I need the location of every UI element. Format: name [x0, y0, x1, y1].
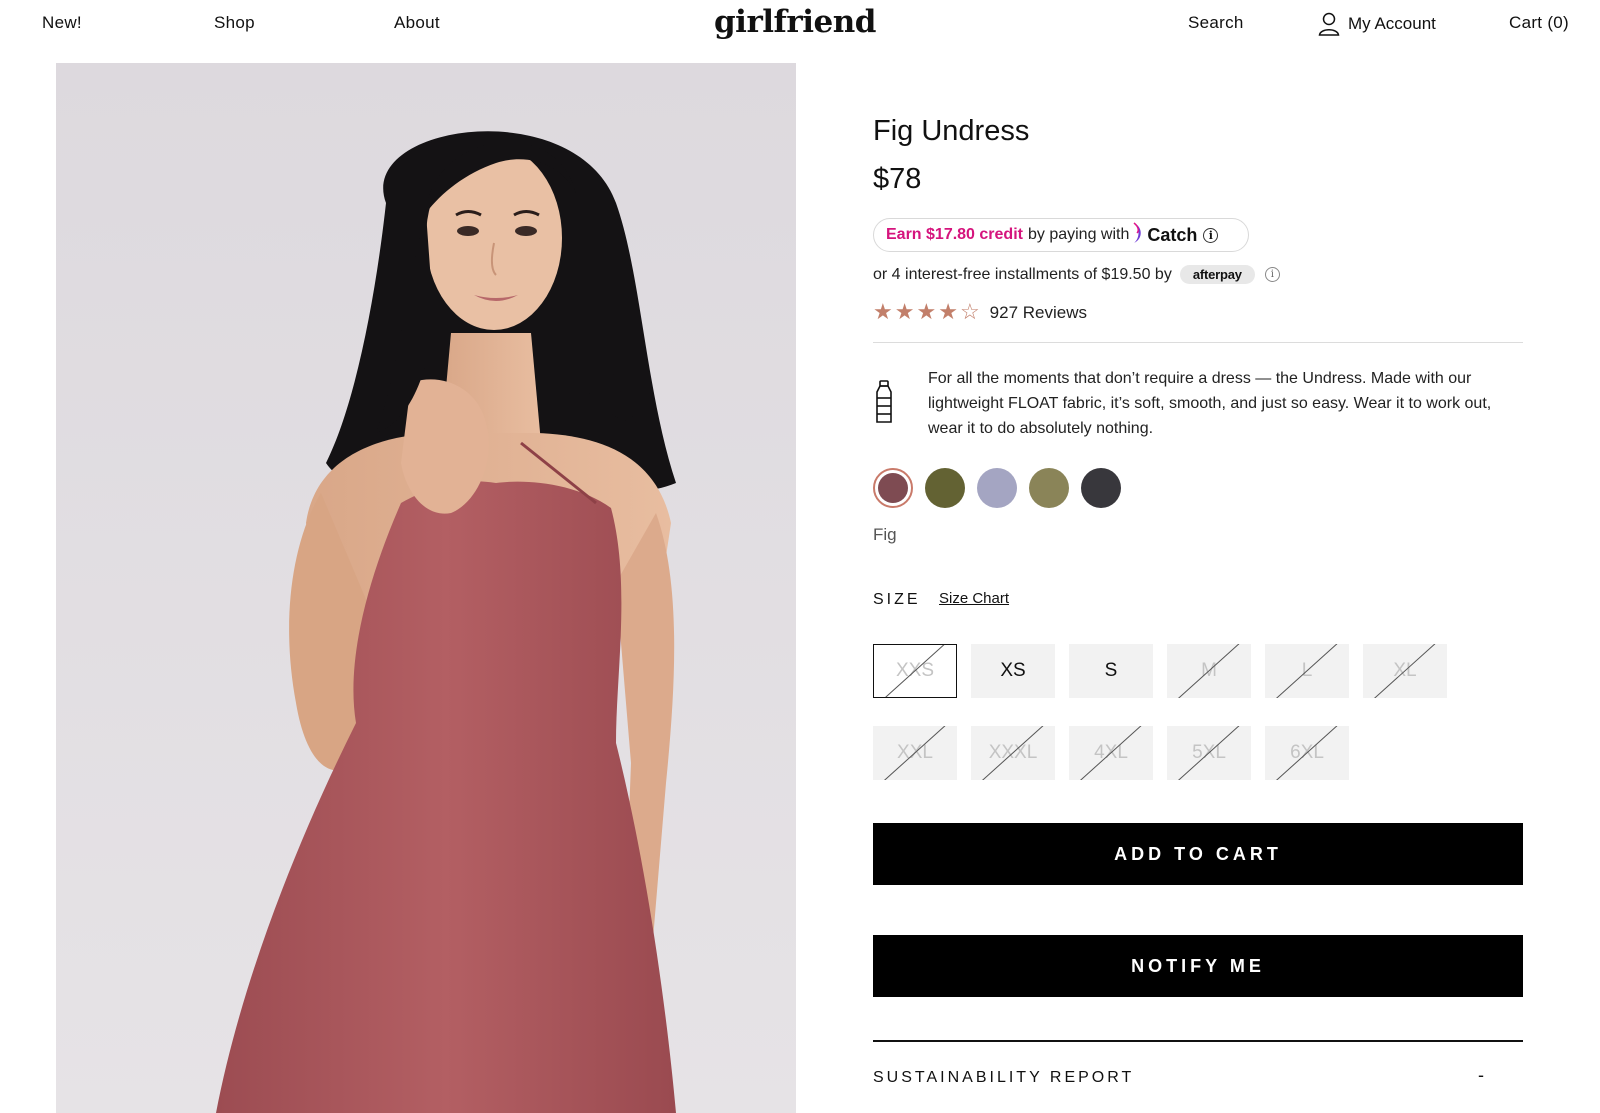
user-icon — [1318, 12, 1340, 36]
product-image[interactable] — [56, 63, 796, 1113]
star-icon: ☆ — [959, 299, 980, 324]
add-to-cart-button[interactable]: ADD TO CART — [873, 823, 1523, 885]
afterpay-text: or 4 interest-free installments of $19.5… — [873, 265, 1172, 283]
size-option[interactable]: XS — [971, 644, 1055, 698]
selected-color-name: Fig — [873, 525, 897, 544]
color-swatch[interactable] — [925, 468, 965, 508]
collapse-icon[interactable]: - — [1478, 1065, 1484, 1086]
nav-about[interactable]: About — [394, 13, 440, 33]
size-chart-link[interactable]: Size Chart — [939, 590, 1009, 607]
size-option[interactable]: XXL — [873, 726, 957, 780]
catch-by-text: by paying with — [1027, 226, 1130, 243]
star-icons: ★★★★☆ — [873, 301, 982, 324]
info-icon[interactable]: i — [1264, 267, 1280, 282]
nav-new[interactable]: New! — [42, 13, 82, 33]
product-description: For all the moments that don’t require a… — [928, 370, 1492, 437]
water-bottle-icon — [873, 380, 895, 429]
catch-moon-icon — [1131, 221, 1143, 249]
info-icon[interactable]: i — [1203, 227, 1219, 243]
sustainability-report-toggle[interactable]: SUSTAINABILITY REPORT — [873, 1069, 1134, 1087]
size-option[interactable]: XXS — [873, 644, 957, 698]
color-swatch[interactable] — [1081, 468, 1121, 508]
accordion-divider — [873, 1040, 1523, 1042]
star-icon: ★ — [938, 299, 958, 324]
afterpay-row: or 4 interest-free installments of $19.5… — [873, 265, 1280, 284]
size-option[interactable]: L — [1265, 644, 1349, 698]
size-options: XXS XS S M L XL XXL XXXL 4XL 5XL 6XL — [873, 644, 1473, 780]
my-account-label: My Account — [1348, 14, 1436, 33]
site-header: New! Shop About girlfriend Search My Acc… — [0, 0, 1600, 50]
divider — [873, 342, 1523, 343]
catch-brand: Catch — [1147, 224, 1198, 245]
star-rating[interactable]: ★★★★☆ 927 Reviews — [873, 301, 1087, 324]
size-option[interactable]: 5XL — [1167, 726, 1251, 780]
product-price: $78 — [873, 163, 922, 195]
catch-earn-text: Earn $17.80 credit — [886, 226, 1023, 243]
nav-search[interactable]: Search — [1188, 13, 1244, 33]
color-swatch[interactable] — [977, 468, 1017, 508]
color-swatch[interactable] — [1029, 468, 1069, 508]
star-icon: ★ — [873, 299, 893, 324]
site-logo[interactable]: girlfriend — [714, 4, 876, 40]
size-option[interactable]: M — [1167, 644, 1251, 698]
reviews-count[interactable]: 927 Reviews — [990, 303, 1087, 323]
product-title: Fig Undress — [873, 115, 1030, 147]
size-option[interactable]: S — [1069, 644, 1153, 698]
cart-link[interactable]: Cart (0) — [1509, 13, 1569, 33]
star-icon: ★ — [894, 299, 915, 324]
notify-me-button[interactable]: NOTIFY ME — [873, 935, 1523, 997]
color-swatch[interactable] — [873, 468, 913, 508]
size-option[interactable]: 4XL — [1069, 726, 1153, 780]
size-option[interactable]: XXXL — [971, 726, 1055, 780]
nav-shop[interactable]: Shop — [214, 13, 255, 33]
star-icon: ★ — [916, 299, 937, 324]
afterpay-badge[interactable]: afterpay — [1179, 265, 1255, 284]
size-option[interactable]: XL — [1363, 644, 1447, 698]
catch-credit-badge[interactable]: Earn $17.80 credit by paying with Catch … — [873, 218, 1249, 252]
my-account-link[interactable]: My Account — [1318, 12, 1436, 36]
size-option[interactable]: 6XL — [1265, 726, 1349, 780]
size-label: SIZE — [873, 591, 921, 608]
color-swatches — [873, 468, 1121, 508]
